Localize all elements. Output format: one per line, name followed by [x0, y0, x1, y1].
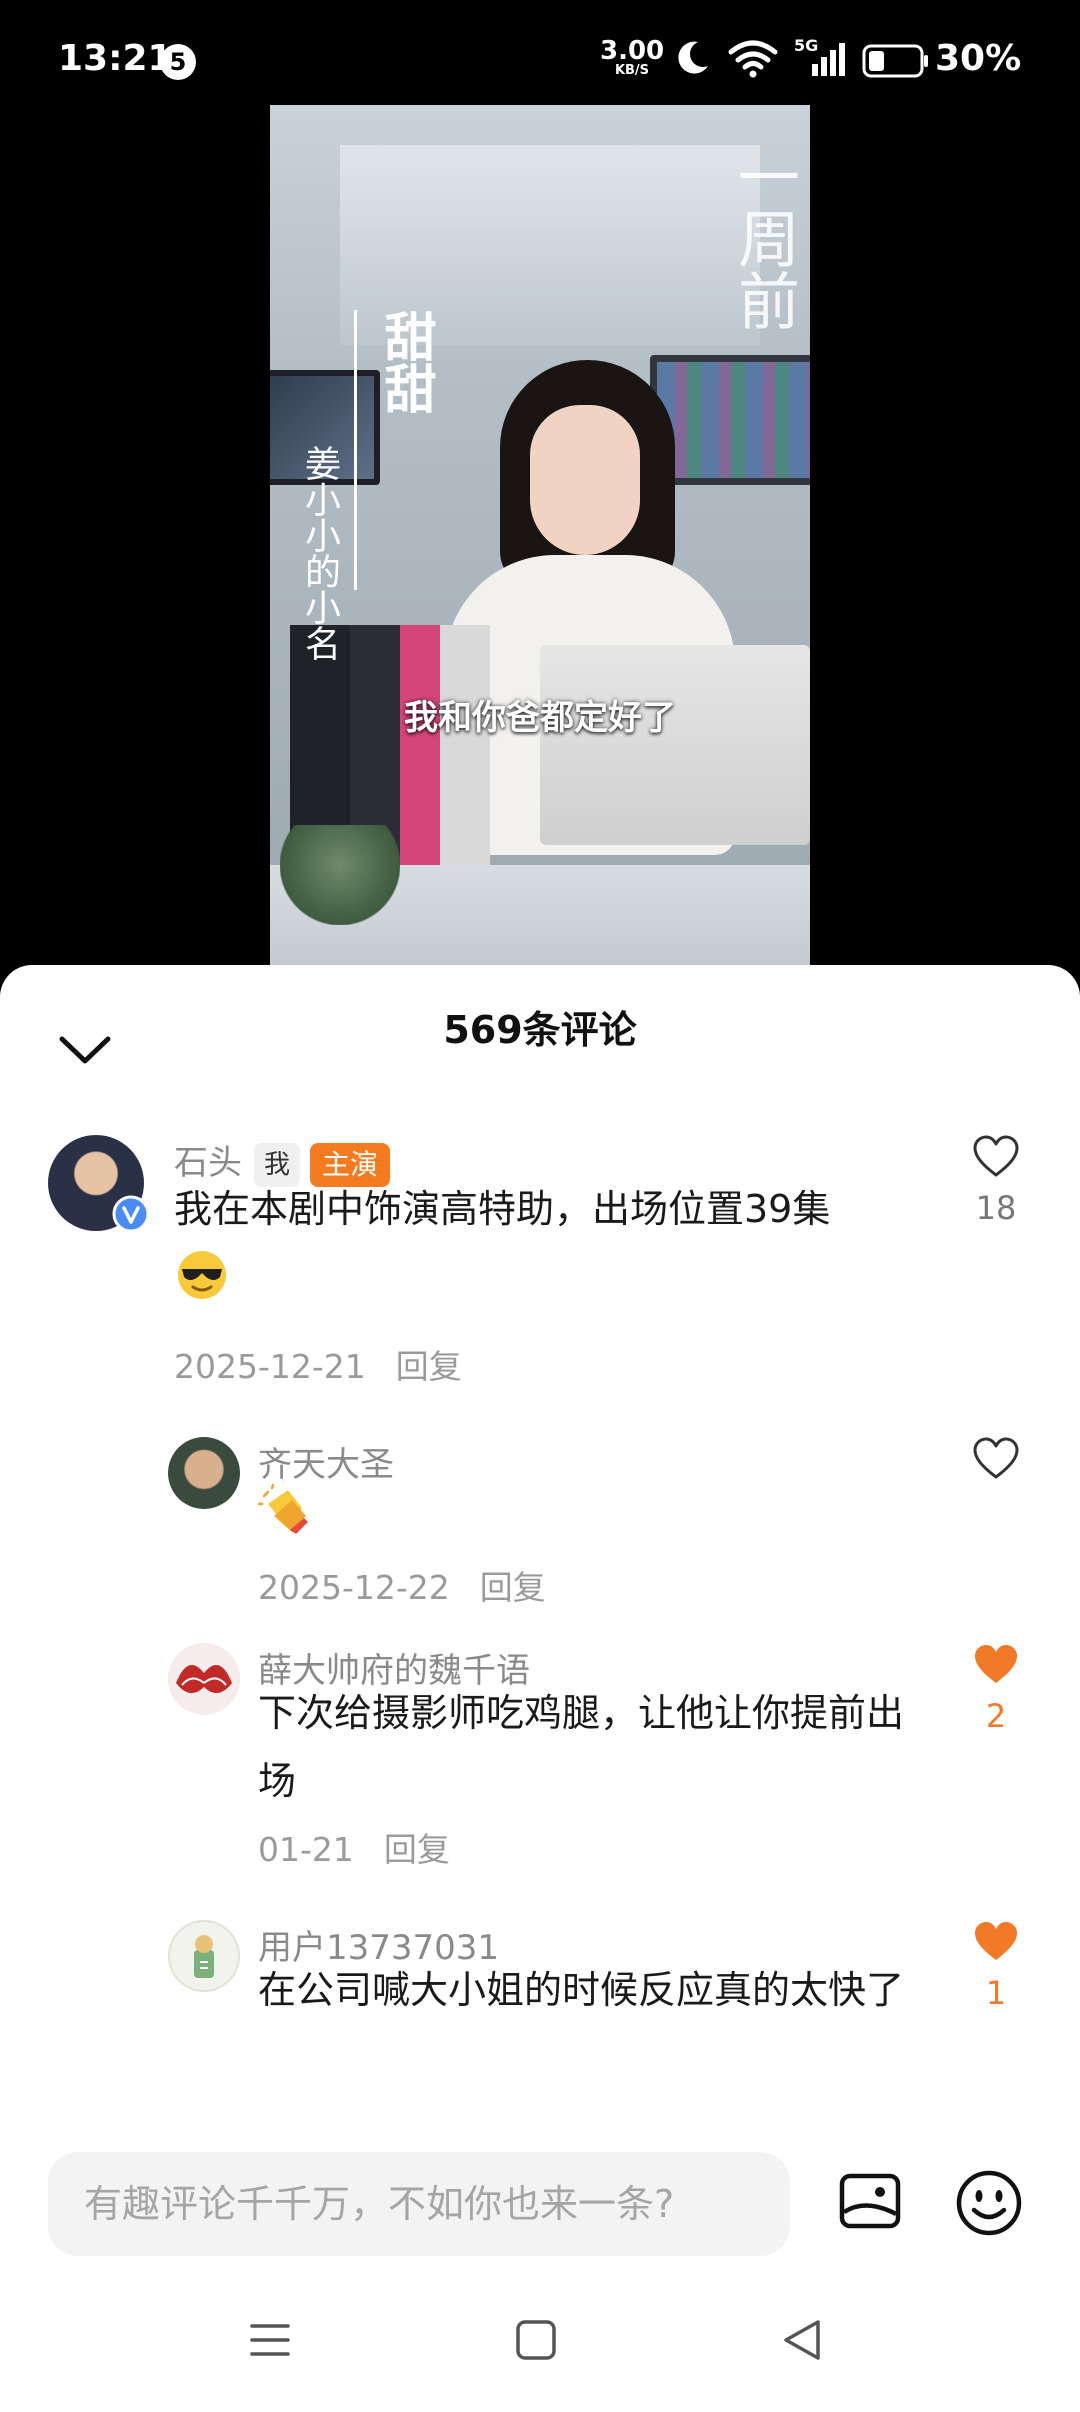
do-not-disturb-moon-icon — [678, 41, 708, 74]
network-speed-value: 3.00 — [600, 36, 665, 66]
video-laptop — [540, 645, 810, 845]
avatar[interactable] — [168, 1437, 240, 1509]
avatar-graphic — [168, 1643, 240, 1715]
video-character-name: 甜甜 — [375, 310, 436, 414]
comment-meta: 2025-12-22 回复 — [258, 1561, 546, 1609]
comment-date: 2025-12-21 — [174, 1347, 366, 1386]
comment-item[interactable]: 石头我主演 我在本剧中饰演高特助，出场位置39集 2025-12-21 回复 18 — [0, 1135, 1080, 1388]
comment-meta: 2025-12-21 回复 — [174, 1340, 462, 1388]
sunglasses-emoji-icon — [178, 1251, 226, 1299]
reply-button[interactable]: 回复 — [384, 1830, 450, 1869]
comment-input-bar — [0, 2140, 1080, 2270]
image-icon[interactable] — [836, 2168, 904, 2236]
heart-icon[interactable] — [972, 1437, 1020, 1481]
battery-icon — [862, 44, 928, 78]
comment-text: 我在本剧中饰演高特助，出场位置39集 — [174, 1175, 914, 1303]
like-button[interactable] — [956, 1437, 1036, 1491]
like-count: 18 — [975, 1189, 1017, 1227]
comment-date: 2025-12-22 — [258, 1568, 450, 1607]
video-plant — [280, 825, 400, 925]
battery-percent: 30% — [935, 38, 1022, 79]
status-time: 13:21 — [58, 38, 173, 79]
like-count: 2 — [985, 1697, 1007, 1735]
comment-meta: 01-21 回复 — [258, 1823, 450, 1871]
video-actress-face — [530, 405, 640, 555]
back-triangle-icon[interactable] — [762, 2300, 842, 2380]
status-bar: 13:21 5 3.00 KB/S 5G 30% — [0, 0, 1080, 110]
video-character-note: 姜小小的小名 — [299, 445, 340, 661]
reply-comment-item[interactable]: 薛大帅府的魏千语 下次给摄影师吃鸡腿，让他让你提前出场 01-21 回复 2 — [0, 1643, 1080, 1873]
like-button[interactable]: 1 — [956, 1920, 1036, 2012]
wifi-icon — [728, 40, 778, 78]
comment-text: 在公司喊大小姐的时候反应真的太快了 — [258, 1968, 905, 2012]
avatar[interactable] — [168, 1643, 240, 1715]
comment-input[interactable] — [48, 2152, 790, 2256]
comment-date: 01-21 — [258, 1830, 354, 1869]
avatar-graphic — [194, 1935, 214, 1978]
video-player[interactable]: 甜甜 姜小小的小名 一周前 我和你爸都定好了 — [0, 105, 1080, 985]
comment-text — [258, 1473, 938, 1541]
signal-strength-icon — [812, 43, 845, 76]
network-speed: 3.00 KB/S — [600, 38, 664, 77]
video-subtitle: 我和你爸都定好了 — [404, 698, 676, 738]
reply-button[interactable]: 回复 — [396, 1347, 462, 1386]
comments-count-title: 569条评论 — [443, 1008, 637, 1052]
verified-badge-icon — [112, 1195, 150, 1233]
video-caption-divider — [354, 310, 357, 590]
reply-comment-item[interactable]: 齐天大圣 2025-12-22 回复 — [0, 1437, 1080, 1607]
menu-icon[interactable] — [230, 2300, 310, 2380]
video-time-mark: 一周前 — [727, 145, 800, 331]
avatar[interactable] — [168, 1920, 240, 1992]
reply-comment-item[interactable]: 用户13737031 在公司喊大小姐的时候反应真的太快了 1 — [0, 1920, 1080, 2090]
emoji-icon[interactable] — [954, 2168, 1024, 2238]
heart-filled-icon[interactable] — [972, 1920, 1020, 1964]
like-button[interactable]: 2 — [956, 1643, 1036, 1735]
clapping-hands-emoji-icon — [258, 1483, 308, 1534]
heart-icon[interactable] — [972, 1135, 1020, 1179]
comment-text: 下次给摄影师吃鸡腿，让他让你提前出场 — [258, 1691, 905, 1803]
system-navigation-bar — [0, 2270, 1080, 2412]
reply-button[interactable]: 回复 — [480, 1568, 546, 1607]
like-button[interactable]: 18 — [956, 1135, 1036, 1227]
like-count: 1 — [985, 1974, 1007, 2012]
comment-text-content: 我在本剧中饰演高特助，出场位置39集 — [174, 1187, 831, 1231]
home-square-icon[interactable] — [496, 2300, 576, 2380]
video-frame[interactable]: 甜甜 姜小小的小名 一周前 我和你爸都定好了 — [270, 105, 810, 985]
notification-count-badge: 5 — [160, 44, 196, 80]
heart-filled-icon[interactable] — [972, 1643, 1020, 1687]
